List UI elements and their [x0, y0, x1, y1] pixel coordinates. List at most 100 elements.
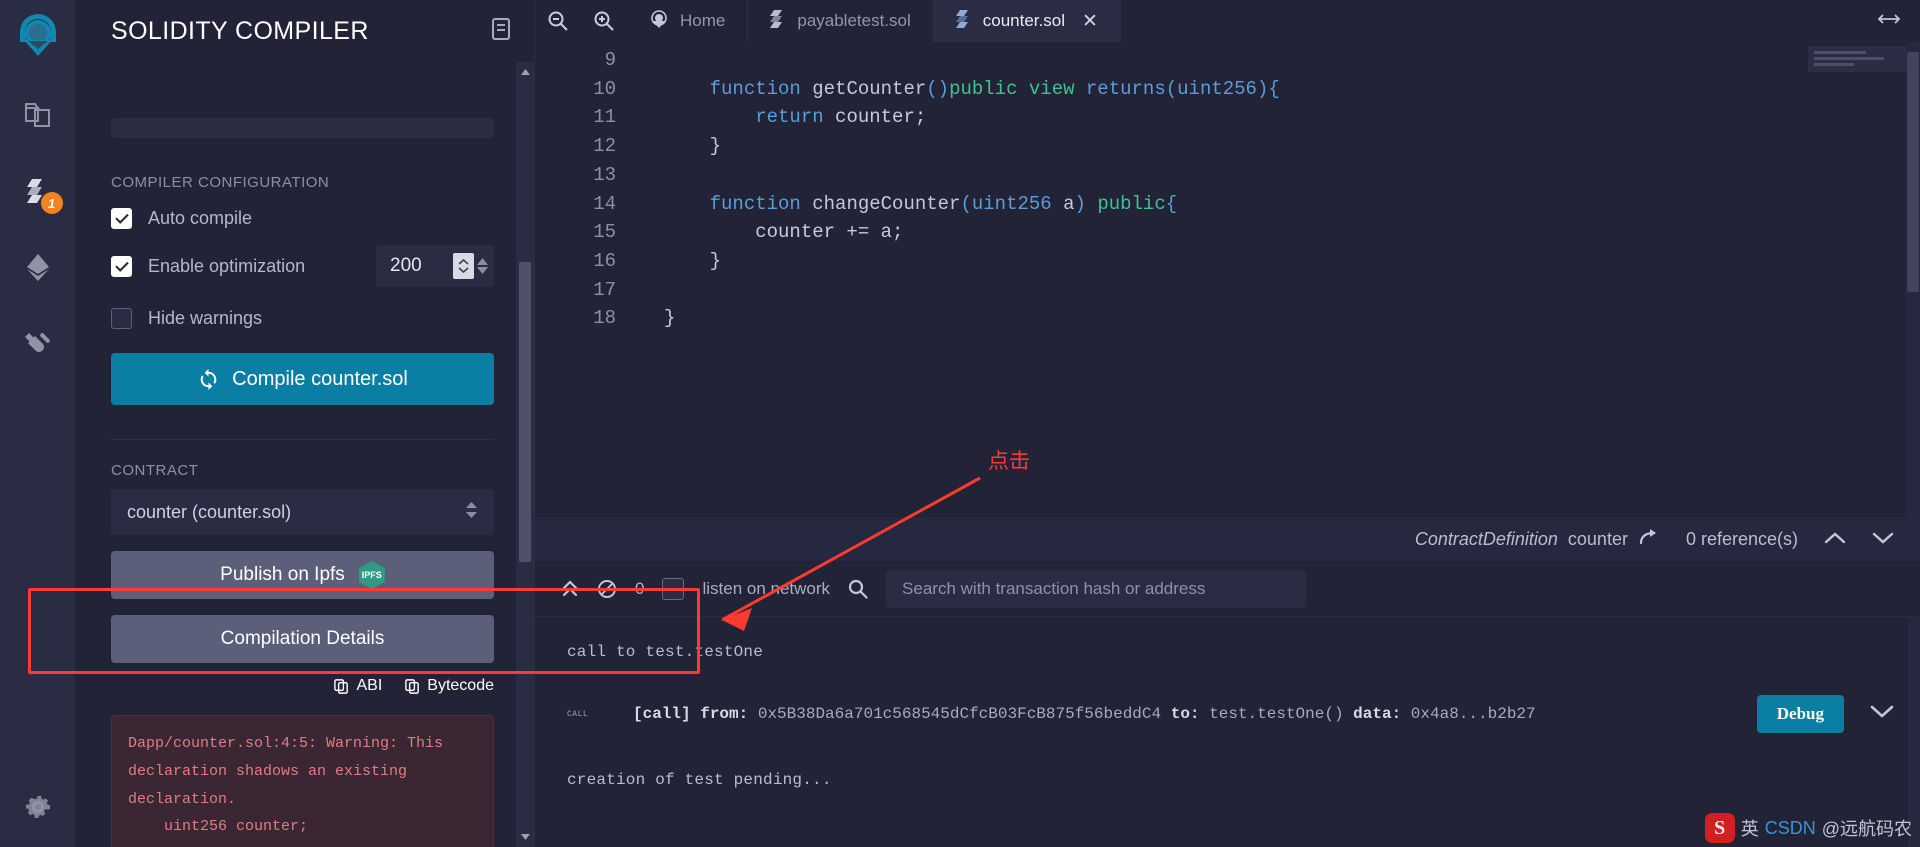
zoom-in-icon[interactable] — [581, 0, 627, 42]
compilation-details-button[interactable]: Compilation Details — [111, 615, 494, 663]
tab-home[interactable]: Home — [627, 0, 749, 42]
terminal-toolbar: 0 listen on network — [535, 561, 1920, 617]
chevron-down-icon[interactable] — [1870, 704, 1894, 724]
transaction-summary: [call] from: 0x5B38Da6a701c568545dCfcB03… — [633, 705, 1731, 723]
code-token: () — [926, 77, 950, 100]
code-line[interactable]: } — [640, 132, 1920, 161]
debug-button[interactable]: Debug — [1756, 695, 1844, 733]
close-icon[interactable]: ✕ — [1082, 12, 1098, 31]
pending-transaction-count: 0 — [635, 578, 645, 598]
sidebar-scrollbar[interactable] — [516, 62, 534, 847]
code-token: returns — [1085, 77, 1166, 100]
home-icon — [649, 9, 669, 34]
jump-to-icon[interactable] — [1638, 528, 1660, 551]
code-line[interactable] — [640, 46, 1920, 75]
transaction-row[interactable]: call [call] from: 0x5B38Da6a701c568545dC… — [535, 685, 1920, 743]
tab-bar: Home payabletest.sol counter.sol ✕ — [535, 0, 1920, 42]
main-area: Home payabletest.sol counter.sol ✕ 9 10 … — [535, 0, 1920, 847]
watermark-logo-icon: S — [1704, 813, 1735, 843]
enable-optimization-checkbox[interactable] — [111, 255, 132, 277]
remix-logo-icon[interactable] — [10, 10, 66, 66]
chevron-up-icon[interactable] — [1824, 529, 1846, 550]
sidebar-scroll-thumb[interactable] — [519, 262, 531, 562]
option-enable-optimization[interactable]: Enable optimization 200 — [111, 245, 494, 287]
code-line[interactable] — [640, 161, 1920, 190]
no-entry-icon[interactable] — [597, 579, 617, 599]
auto-compile-checkbox[interactable] — [111, 207, 132, 229]
editor-scrollbar[interactable] — [1906, 42, 1920, 517]
transaction-to-label: to: — [1170, 705, 1200, 723]
search-icon[interactable] — [848, 579, 868, 599]
publish-ipfs-label: Publish on Ipfs — [220, 564, 345, 585]
scroll-down-arrow[interactable] — [516, 827, 534, 847]
watermark-cn: 英 — [1740, 819, 1759, 839]
page-title: SOLIDITY COMPILER — [111, 16, 369, 45]
terminal-pending-line: creation of test pending... — [567, 771, 832, 789]
copy-bytecode-button[interactable]: Bytecode — [404, 677, 494, 695]
copy-abi-label: ABI — [356, 677, 383, 694]
copy-links-row: ABI Bytecode — [111, 677, 494, 695]
watermark-tail: @远航码农 — [1821, 819, 1912, 839]
line-number: 12 — [593, 135, 616, 158]
chevrons-up-icon[interactable] — [561, 579, 579, 599]
code-token: public — [1097, 192, 1166, 215]
caret-down-icon — [477, 267, 488, 274]
editor-minimap[interactable] — [1808, 46, 1908, 246]
code-line[interactable] — [640, 276, 1920, 305]
transaction-from-value: 0x5B38Da6a701c568545dCfcB03FcB875f56bedd… — [757, 705, 1162, 723]
listen-on-network-checkbox[interactable] — [662, 577, 685, 600]
solidity-compiler-panel: SOLIDITY COMPILER COMPILER CONFIGURATION… — [75, 0, 535, 847]
line-number: 13 — [593, 163, 616, 186]
runs-spinner-inner[interactable] — [453, 253, 474, 279]
chevron-down-icon[interactable] — [1872, 529, 1894, 550]
runs-spinner-arrows[interactable] — [477, 258, 488, 274]
tab-counter[interactable]: counter.sol ✕ — [933, 0, 1121, 42]
code-line[interactable]: function getCounter()public view returns… — [640, 75, 1920, 104]
compiler-configuration-label: COMPILER CONFIGURATION — [111, 174, 330, 191]
definition-name: counter — [1567, 528, 1628, 549]
runs-spinner[interactable] — [453, 253, 488, 279]
definition-info[interactable]: ContractDefinition counter — [1415, 528, 1660, 551]
book-icon[interactable] — [490, 17, 512, 46]
scroll-up-arrow[interactable] — [516, 62, 534, 82]
solidity-icon — [770, 9, 786, 34]
transaction-kind-label: call — [567, 708, 589, 720]
line-number: 16 — [593, 249, 616, 272]
option-hide-warnings[interactable]: Hide warnings — [111, 305, 494, 331]
search-input[interactable] — [886, 569, 1307, 608]
file-explorers-icon[interactable] — [17, 94, 59, 136]
code-token: } — [664, 249, 722, 272]
code-line[interactable]: } — [640, 304, 1920, 333]
compile-button[interactable]: Compile counter.sol — [111, 353, 494, 405]
copy-abi-button[interactable]: ABI — [333, 677, 382, 695]
auto-compile-label: Auto compile — [148, 207, 253, 228]
tab-payabletest[interactable]: payabletest.sol — [748, 0, 934, 42]
code-token: ){ — [1256, 77, 1280, 100]
code-token: getCounter — [812, 77, 927, 100]
contract-select[interactable]: counter (counter.sol) — [111, 489, 494, 535]
code-line[interactable]: } — [640, 247, 1920, 276]
optimization-runs-stepper[interactable]: 200 — [376, 245, 494, 287]
expand-horizontal-icon[interactable] — [1876, 10, 1902, 33]
settings-button[interactable] — [0, 791, 75, 823]
option-auto-compile[interactable]: Auto compile — [111, 205, 494, 231]
hide-warnings-checkbox[interactable] — [111, 307, 132, 329]
code-token: return — [755, 106, 824, 129]
solidity-compiler-icon[interactable]: 1 — [17, 170, 63, 214]
compiler-version-select[interactable] — [111, 118, 494, 138]
code-line[interactable]: function changeCounter(uint256 a) public… — [640, 190, 1920, 219]
compiler-badge-count: 1 — [40, 192, 63, 214]
solidity-icon — [955, 9, 972, 34]
zoom-out-icon[interactable] — [535, 0, 581, 42]
refresh-icon — [200, 368, 217, 390]
editor-scroll-thumb[interactable] — [1907, 52, 1919, 292]
code-content[interactable]: function getCounter()public view returns… — [640, 42, 1920, 517]
code-line[interactable]: counter += a; — [640, 218, 1920, 247]
code-editor[interactable]: 9 10 11 12 13 14 15 16 17 18 function getCounter(… — [535, 42, 1920, 517]
publish-ipfs-button[interactable]: Publish on Ipfs IPFS — [111, 551, 494, 599]
deploy-run-icon[interactable] — [17, 246, 59, 288]
plugin-manager-icon[interactable] — [17, 322, 59, 364]
code-line[interactable]: return counter; — [640, 103, 1920, 132]
